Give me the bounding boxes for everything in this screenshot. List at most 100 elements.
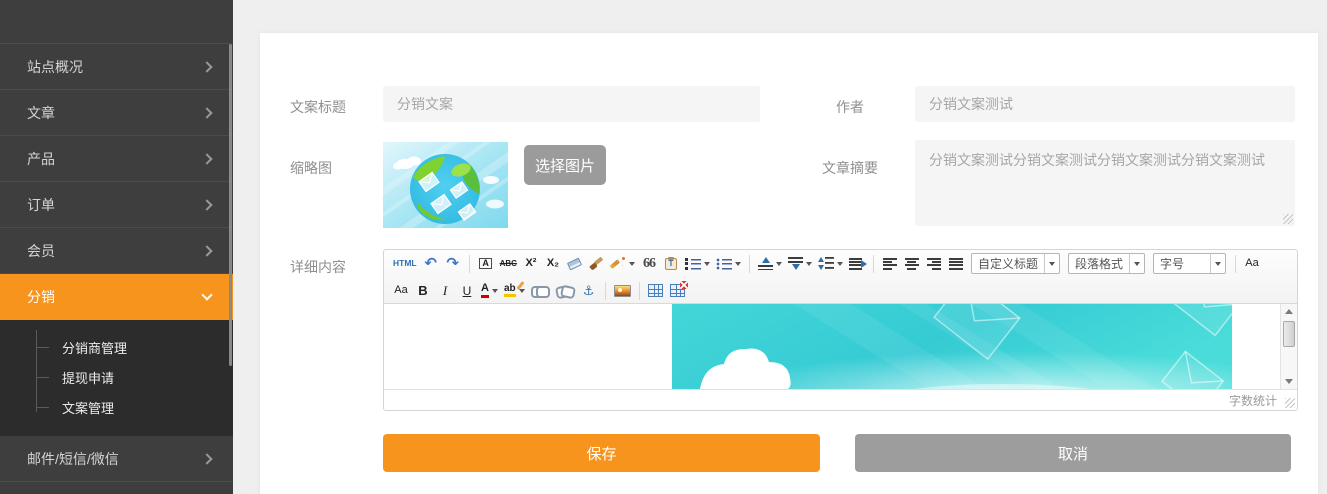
highlight-color-button[interactable]: ab xyxy=(502,280,527,302)
highlight-color-icon: ab xyxy=(504,284,516,297)
editor-toolbar: HTML ↶ ↷ A ABCX² X₂ 66T 自定义标题段落格式字号 Aa Aa BIUAab ⚓ xyxy=(384,250,1297,304)
editor-resize-grip[interactable] xyxy=(1285,398,1295,408)
sidebar-item[interactable]: 文章 xyxy=(0,90,233,136)
auto-typeset-button[interactable] xyxy=(609,253,637,275)
toolbar-separator xyxy=(605,282,606,300)
bold-button[interactable]: B xyxy=(413,280,433,302)
font-size-select-label: 字号 xyxy=(1154,255,1210,272)
undo-button[interactable]: ↶ xyxy=(421,253,441,275)
chevron-down-icon[interactable] xyxy=(1044,254,1059,273)
summary-textarea[interactable]: 分销文案测试分销文案测试分销文案测试分销文案测试 xyxy=(915,140,1295,226)
undo-icon: ↶ xyxy=(424,256,437,271)
insert-image-icon xyxy=(614,285,631,297)
justify-full-icon xyxy=(949,258,963,270)
choose-image-button[interactable]: 选择图片 xyxy=(524,145,606,185)
remove-format-button[interactable]: ABC xyxy=(498,253,519,275)
editor-scrollbar-thumb[interactable] xyxy=(1283,321,1295,347)
scroll-down-arrow-icon[interactable] xyxy=(1281,374,1297,389)
chevron-right-icon xyxy=(201,199,212,210)
indent-button[interactable] xyxy=(847,253,867,275)
sidebar-subitem[interactable]: 提现申请 xyxy=(0,362,233,392)
page: 站点概况文章产品订单会员分销分销商管理提现申请文案管理邮件/短信/微信 文案标题… xyxy=(0,0,1327,494)
chevron-down-icon[interactable] xyxy=(776,262,782,266)
chevron-down-icon[interactable] xyxy=(629,262,635,266)
blockquote-button[interactable]: 66 xyxy=(639,253,659,275)
chevron-down-icon[interactable] xyxy=(837,262,843,266)
justify-left-button[interactable] xyxy=(880,253,900,275)
sidebar-item[interactable]: 会员 xyxy=(0,228,233,274)
author-input[interactable] xyxy=(915,86,1295,122)
delete-table-button[interactable] xyxy=(668,280,688,302)
remove-link-button[interactable] xyxy=(554,280,577,302)
sidebar-item[interactable]: 产品 xyxy=(0,136,233,182)
anchor-icon: ⚓ xyxy=(583,284,595,297)
chevron-down-icon[interactable] xyxy=(1210,254,1225,273)
format-match-icon: A xyxy=(479,258,492,269)
sidebar-subitem[interactable]: 文案管理 xyxy=(0,392,233,422)
sidebar-item[interactable]: 订单 xyxy=(0,182,233,228)
paragraph-format-select[interactable]: 段落格式 xyxy=(1068,253,1145,274)
redo-button[interactable]: ↷ xyxy=(443,253,463,275)
italic-button[interactable]: I xyxy=(435,280,455,302)
sidebar-subitem[interactable]: 分销商管理 xyxy=(0,332,233,362)
eraser-icon xyxy=(567,257,582,270)
paste-plain-text-button[interactable]: T xyxy=(661,253,681,275)
scroll-up-arrow-icon[interactable] xyxy=(1281,304,1297,319)
justify-full-button[interactable] xyxy=(946,253,966,275)
anchor-button[interactable]: ⚓ xyxy=(579,280,599,302)
editor-status-bar: 字数统计 xyxy=(384,389,1297,410)
chevron-down-icon[interactable] xyxy=(492,289,498,293)
chevron-down-icon[interactable] xyxy=(519,289,525,293)
font-size-select[interactable]: 字号 xyxy=(1153,253,1226,274)
superscript-button[interactable]: X² xyxy=(521,253,541,275)
case-change-icon: Aa xyxy=(1245,258,1258,269)
line-height-button[interactable] xyxy=(816,253,845,275)
eraser-button[interactable] xyxy=(565,253,585,275)
justify-center-button[interactable] xyxy=(902,253,922,275)
chevron-down-icon[interactable] xyxy=(704,262,710,266)
justify-right-button[interactable] xyxy=(924,253,944,275)
editor-scrollbar[interactable] xyxy=(1280,304,1297,389)
save-button[interactable]: 保存 xyxy=(383,434,820,472)
bold-icon: B xyxy=(418,284,427,297)
toolbar-separator xyxy=(469,255,470,273)
source-code-button[interactable]: HTML xyxy=(391,253,419,275)
custom-title-select[interactable]: 自定义标题 xyxy=(971,253,1060,274)
textarea-resize-grip[interactable] xyxy=(1283,214,1293,224)
toolbar-separator xyxy=(639,282,640,300)
insert-link-button[interactable] xyxy=(529,280,552,302)
chevron-down-icon[interactable] xyxy=(806,262,812,266)
insert-image-button[interactable] xyxy=(612,280,633,302)
format-match-button[interactable]: A xyxy=(476,253,496,275)
source-code-icon: HTML xyxy=(393,259,417,268)
sidebar-item[interactable]: 邮件/短信/微信 xyxy=(0,436,233,482)
toolbar-row-1: HTML ↶ ↷ A ABCX² X₂ 66T 自定义标题段落格式字号 Aa xyxy=(384,250,1297,277)
case-change-button[interactable]: Aa xyxy=(1242,253,1262,275)
paragraph-space-after-button[interactable] xyxy=(786,253,814,275)
editor-content-area[interactable] xyxy=(384,304,1297,389)
sidebar-item-label: 产品 xyxy=(27,149,55,169)
chevron-right-icon xyxy=(201,245,212,256)
cancel-button[interactable]: 取消 xyxy=(855,434,1291,472)
first-letter-case-icon: Aa xyxy=(394,285,407,296)
insert-table-button[interactable] xyxy=(646,280,666,302)
author-label: 作者 xyxy=(790,97,910,117)
justify-left-icon xyxy=(883,258,897,270)
underline-button[interactable]: U xyxy=(457,280,477,302)
sidebar-item-label: 站点概况 xyxy=(27,57,83,77)
remove-link-icon xyxy=(556,286,575,295)
sidebar-item[interactable]: 分销 xyxy=(0,274,233,320)
paragraph-space-before-button[interactable] xyxy=(756,253,784,275)
font-color-button[interactable]: A xyxy=(479,280,500,302)
sidebar-item[interactable]: 站点概况 xyxy=(0,44,233,90)
sidebar-scrollbar-thumb[interactable] xyxy=(229,44,232,366)
unordered-list-button[interactable] xyxy=(714,253,743,275)
title-input[interactable] xyxy=(383,86,760,122)
subscript-icon: X₂ xyxy=(547,258,559,269)
chevron-down-icon[interactable] xyxy=(1129,254,1144,273)
chevron-down-icon[interactable] xyxy=(735,262,741,266)
first-letter-case-button[interactable]: Aa xyxy=(391,280,411,302)
format-brush-button[interactable] xyxy=(587,253,607,275)
ordered-list-button[interactable] xyxy=(683,253,712,275)
subscript-button[interactable]: X₂ xyxy=(543,253,563,275)
